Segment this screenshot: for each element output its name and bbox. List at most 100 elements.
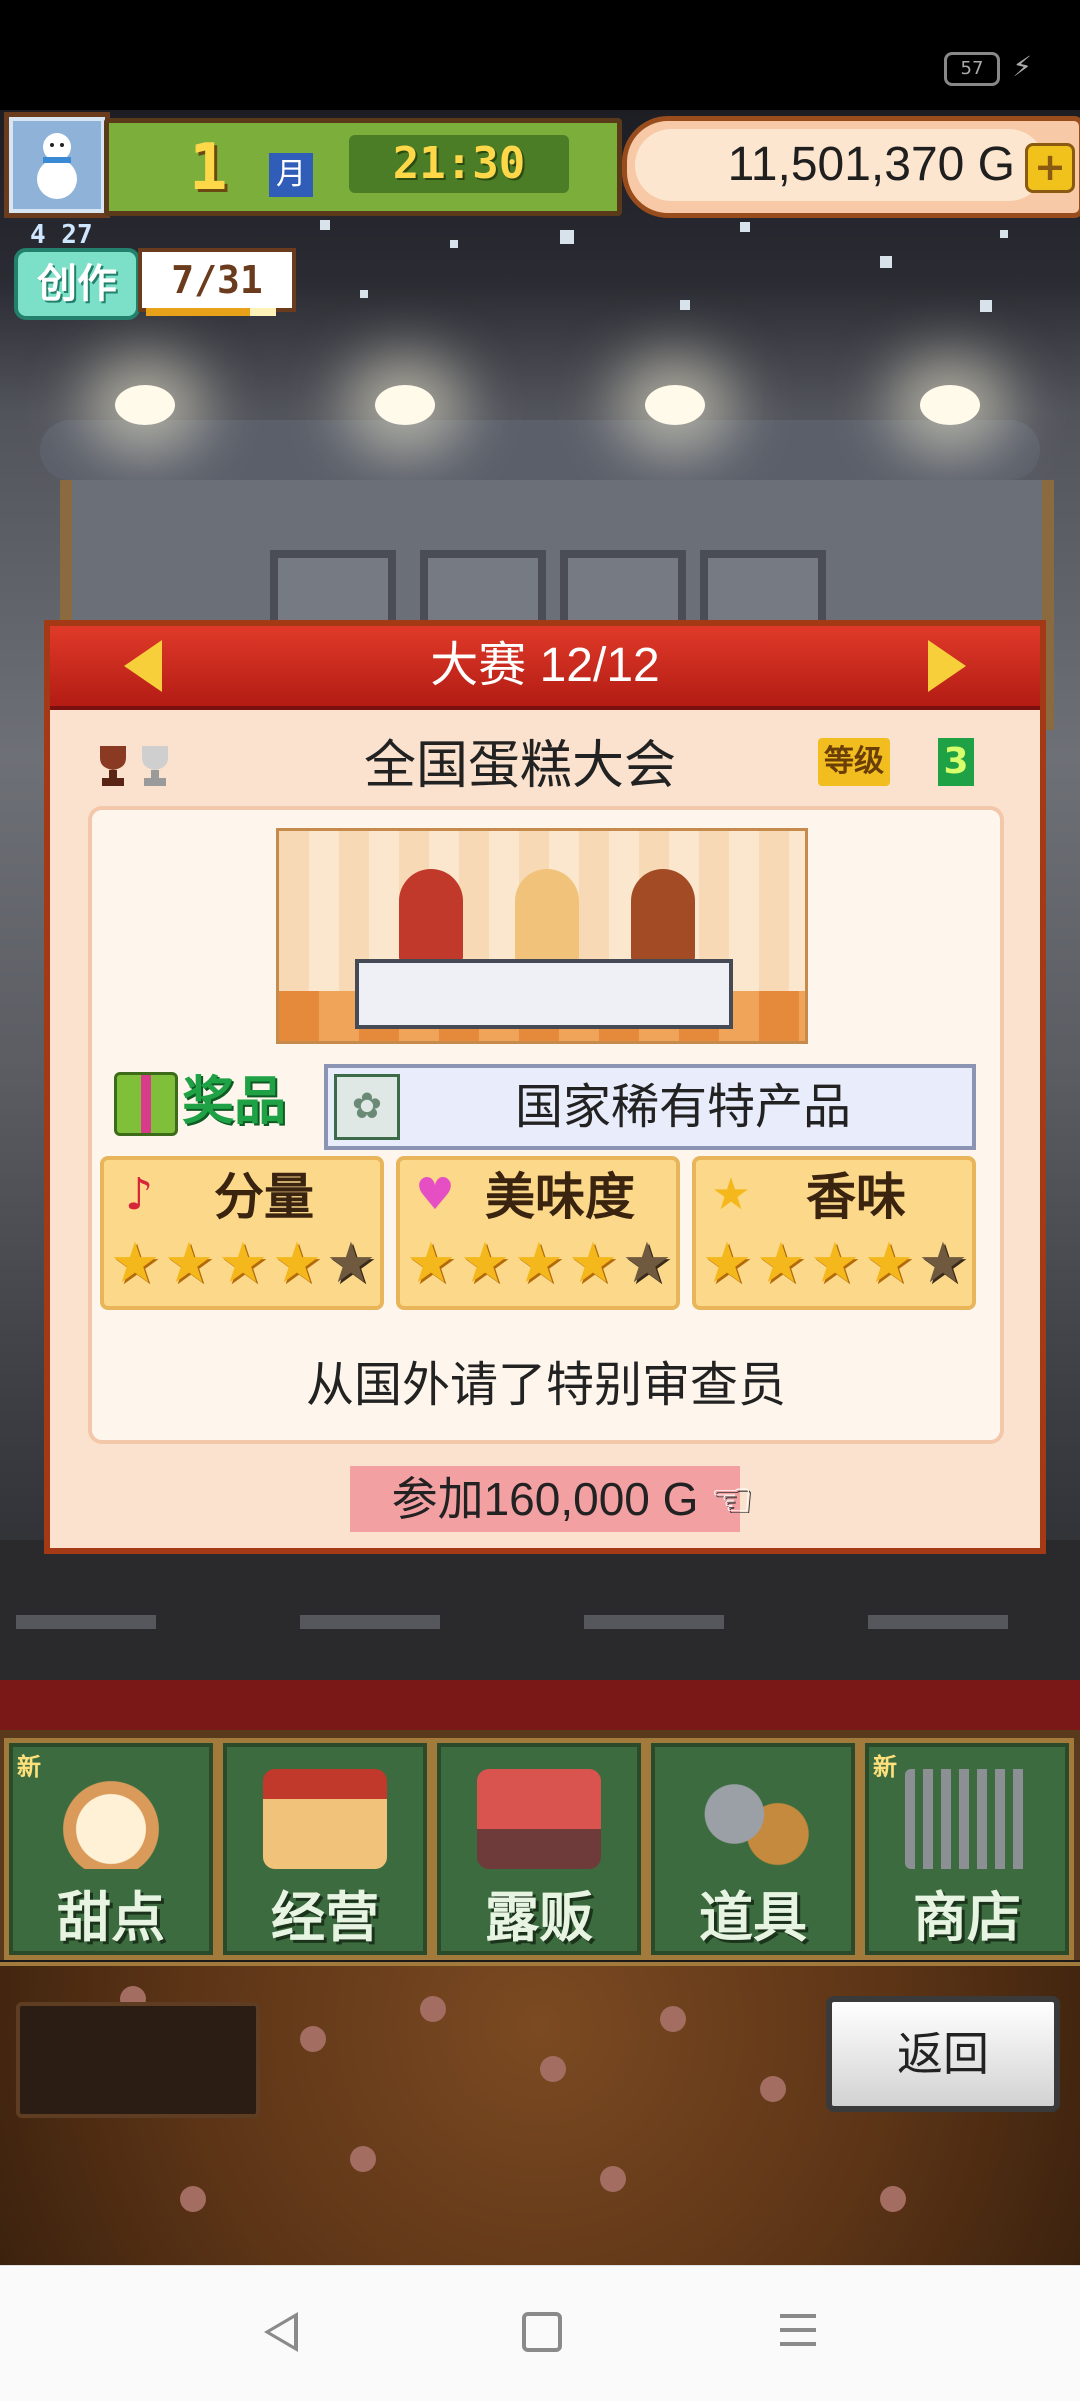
month-number: 1 — [189, 131, 228, 205]
heart-icon: ♥ — [415, 1169, 455, 1220]
filled-star-icon: ★ — [405, 1231, 457, 1296]
snowflake — [360, 290, 368, 298]
menu-manage-button[interactable]: 经营 — [218, 1738, 432, 1960]
filled-star-icon: ★ — [163, 1231, 215, 1296]
create-progress-fill — [146, 308, 250, 316]
silver-trophy-icon — [142, 746, 168, 786]
decor-dot — [760, 2076, 786, 2102]
gift-icon — [114, 1072, 178, 1136]
avatar[interactable] — [4, 112, 110, 218]
filled-star-icon: ★ — [701, 1231, 753, 1296]
decor-dot — [300, 2026, 326, 2052]
join-contest-button[interactable]: 参加160,000 G ☜ — [350, 1466, 753, 1532]
filled-star-icon: ★ — [567, 1231, 619, 1296]
lamp-icon — [115, 385, 175, 425]
gear-and-bag-icon — [691, 1769, 815, 1869]
level-label: 等级 — [818, 738, 890, 786]
snowflake — [680, 300, 690, 310]
bottom-panel: 返回 — [0, 1962, 1080, 2268]
lane-marking — [868, 1615, 1008, 1629]
lane-marking — [584, 1615, 724, 1629]
back-button[interactable]: 返回 — [826, 1996, 1060, 2112]
menu-top-strip — [0, 1680, 1080, 1730]
rare-item-icon: ✿ — [334, 1074, 400, 1140]
create-date: 4 27 — [30, 220, 93, 250]
lamp-icon — [920, 385, 980, 425]
nav-back-icon[interactable] — [264, 2312, 298, 2352]
stat-card-aroma: ★ 香味 ★ ★ ★ ★ ★ — [692, 1156, 976, 1310]
cake-icon — [49, 1769, 173, 1869]
judge-princess-icon — [515, 869, 579, 963]
pointing-hand-icon: ☜ — [710, 1472, 754, 1528]
decor-dot — [420, 1996, 446, 2022]
money-display: 11,501,370 G + — [622, 116, 1080, 218]
decor-dot — [180, 2186, 206, 2212]
filled-star-icon: ★ — [271, 1231, 323, 1296]
note-icon: ♪ — [124, 1169, 154, 1220]
empty-star-icon: ★ — [621, 1231, 673, 1296]
contest-counter: 大赛 12/12 — [430, 639, 660, 692]
snowflake — [450, 240, 458, 248]
star-rating: ★ ★ ★ ★ ★ — [700, 1236, 970, 1296]
level-value: 3 — [938, 738, 974, 786]
decor-dot — [350, 2146, 376, 2172]
shopping-cart-icon — [905, 1769, 1029, 1869]
menu-label: 商店 — [913, 1886, 1021, 1949]
lamp-icon — [645, 385, 705, 425]
month-label: 月 — [269, 153, 313, 197]
nav-menu-icon[interactable] — [780, 2314, 816, 2350]
judges-illustration — [276, 828, 808, 1044]
snowflake — [740, 222, 750, 232]
money-inner: 11,501,370 G — [635, 129, 1045, 201]
dialog-header: 大赛 12/12 — [50, 626, 1040, 710]
star-rating: ★ ★ ★ ★ ★ — [108, 1236, 378, 1296]
filled-star-icon: ★ — [863, 1231, 915, 1296]
money-amount: 11,501,370 G — [727, 138, 1015, 191]
stat-title: 香味 — [806, 1168, 906, 1226]
menu-items-button[interactable]: 道具 — [646, 1738, 860, 1960]
status-bar: 57 ⚡ — [0, 0, 1080, 110]
snowflake — [320, 220, 330, 230]
snowman-icon — [37, 133, 77, 199]
shop-awning — [40, 420, 1040, 480]
contest-dialog: 大赛 12/12 全国蛋糕大会 等级 3 奖品 ✿ 国家稀有特产品 ♪ 分量 ★… — [44, 620, 1046, 1554]
menu-store-button[interactable]: 新 商店 — [860, 1738, 1074, 1960]
filled-star-icon: ★ — [109, 1231, 161, 1296]
contest-details-panel: 奖品 ✿ 国家稀有特产品 ♪ 分量 ★ ★ ★ ★ ★ ♥ 美味度 ★ ★ ★ ★ ★ ★ 香味… — [88, 806, 1004, 1444]
snowflake — [560, 230, 574, 244]
decor-dot — [540, 2056, 566, 2082]
lane-marking — [16, 1615, 156, 1629]
menu-label: 甜点 — [57, 1886, 165, 1949]
menu-dessert-button[interactable]: 新 甜点 — [4, 1738, 218, 1960]
contest-name: 全国蛋糕大会 — [363, 736, 676, 796]
next-arrow-icon[interactable] — [928, 640, 966, 692]
create-count: 7/31 — [138, 248, 296, 312]
food-truck-icon — [477, 1769, 601, 1869]
lane-marking — [300, 1615, 440, 1629]
snowflake — [980, 300, 992, 312]
filled-star-icon: ★ — [459, 1231, 511, 1296]
nav-home-icon[interactable] — [522, 2312, 562, 2352]
charging-icon: ⚡ — [1012, 50, 1032, 83]
menu-food-truck-button[interactable]: 露贩 — [432, 1738, 646, 1960]
stat-card-portion: ♪ 分量 ★ ★ ★ ★ ★ — [100, 1156, 384, 1310]
snowflake — [880, 256, 892, 268]
date-time-bar: 1 月 21:30 — [104, 118, 622, 216]
create-progress-widget[interactable]: 4 27 创作 7/31 — [6, 218, 296, 320]
add-money-button[interactable]: + — [1025, 143, 1075, 193]
stat-card-taste: ♥ 美味度 ★ ★ ★ ★ ★ — [396, 1156, 680, 1310]
filled-star-icon: ★ — [755, 1231, 807, 1296]
filled-star-icon: ★ — [513, 1231, 565, 1296]
prize-value: 国家稀有特产品 — [514, 1079, 851, 1135]
lamp-icon — [375, 385, 435, 425]
create-label: 创作 — [14, 248, 140, 320]
snowflake — [1000, 230, 1008, 238]
menu-label: 经营 — [271, 1886, 379, 1949]
prize-label: 奖品 — [182, 1072, 287, 1132]
judges-table — [355, 959, 733, 1029]
empty-star-icon: ★ — [325, 1231, 377, 1296]
prize-field: ✿ 国家稀有特产品 — [324, 1064, 976, 1150]
stat-title: 分量 — [214, 1168, 314, 1226]
judge-chef-icon — [631, 869, 695, 963]
decor-dot — [880, 2186, 906, 2212]
